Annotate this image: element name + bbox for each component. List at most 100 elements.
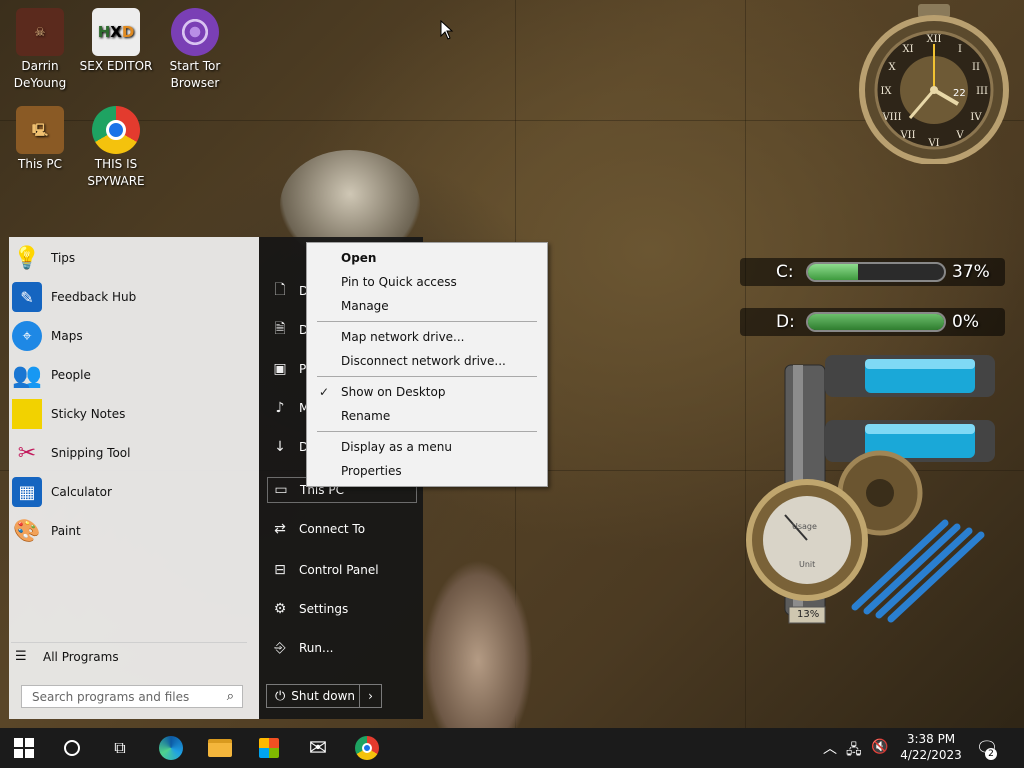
start-app-sticky-notes[interactable]: Sticky Notes [9, 396, 259, 432]
clock-gadget[interactable]: XII III VI IX I II IV V VII VIII X XI 22 [848, 2, 1020, 165]
app-label: Feedback Hub [51, 290, 137, 304]
start-place-control-panel[interactable]: ⊟ Control Panel [267, 557, 417, 583]
drive-c-meter [806, 262, 946, 282]
start-app-people[interactable]: 👥 People [9, 357, 259, 393]
ctx-map-network-drive[interactable]: Map network drive... [341, 330, 465, 344]
start-place-settings[interactable]: ⚙ Settings [267, 596, 417, 622]
svg-text:V: V [955, 130, 964, 141]
mail-icon: ✉ [308, 735, 328, 761]
app-label: Maps [51, 329, 83, 343]
chevron-up-icon[interactable]: ︿ [823, 738, 837, 758]
ctx-disconnect-network-drive[interactable]: Disconnect network drive... [341, 354, 506, 368]
ctx-separator [317, 321, 537, 322]
hxd-editor-icon: HXD [92, 8, 140, 56]
start-app-maps[interactable]: ⌖ Maps [9, 318, 259, 354]
feedback-icon: ✎ [12, 282, 42, 312]
taskbar-store[interactable] [245, 728, 293, 768]
svg-text:I: I [958, 44, 962, 55]
start-app-paint[interactable]: 🎨 Paint [9, 513, 259, 549]
chrome-icon [355, 736, 379, 760]
start-place-connect-to[interactable]: ⇄ Connect To [267, 516, 417, 542]
search-input[interactable]: Search programs and files [32, 690, 189, 704]
app-label: People [51, 368, 91, 382]
ctx-show-on-desktop[interactable]: Show on Desktop [341, 385, 445, 399]
svg-text:IV: IV [970, 112, 982, 123]
monitor-icon: ▭ [274, 482, 288, 498]
start-place-run[interactable]: ⎆ Run... [267, 635, 417, 661]
chrome-icon [92, 106, 140, 154]
svg-text:II: II [972, 62, 980, 73]
desktop-icon-sex-editor[interactable]: HXD SEX EDITOR [78, 8, 154, 75]
ctx-separator [317, 376, 537, 377]
start-app-feedback-hub[interactable]: ✎ Feedback Hub [9, 279, 259, 315]
shutdown-options-button[interactable]: › [359, 685, 381, 707]
start-app-calculator[interactable]: ▦ Calculator [9, 474, 259, 510]
computer-icon: 🖳 [16, 106, 64, 154]
svg-text:VIII: VIII [881, 112, 901, 123]
run-icon: ⎆ [274, 640, 286, 656]
taskbar-edge[interactable] [147, 728, 195, 768]
windows-logo-icon [14, 738, 34, 758]
desktop-icon-label: SEX EDITOR [79, 59, 153, 73]
desktop-icon-label: Darrin DeYoung [13, 59, 67, 90]
drive-d-letter: D: [776, 312, 795, 332]
start-search-box[interactable]: Search programs and files ⌕ [21, 685, 243, 708]
system-monitor-gadget [746, 355, 995, 624]
drive-c-letter: C: [776, 262, 794, 282]
place-label: Control Panel [299, 563, 379, 577]
app-label: Snipping Tool [51, 446, 131, 460]
scissors-icon: ✂ [17, 440, 37, 466]
shutdown-label: Shut down [291, 689, 356, 703]
desktop-icon-label: This PC [18, 157, 62, 171]
ctx-display-as-menu[interactable]: Display as a menu [341, 440, 452, 454]
pictures-icon: ▣ [273, 361, 287, 377]
svg-text:VI: VI [927, 138, 939, 149]
taskbar-date: 4/22/2023 [900, 748, 962, 762]
drive-d-fill [808, 314, 944, 330]
taskbar-mail[interactable]: ✉ [294, 728, 342, 768]
drive-d-meter [806, 312, 946, 332]
taskbar-chrome[interactable] [343, 728, 391, 768]
start-button[interactable] [0, 728, 48, 768]
map-pin-icon: ⌖ [12, 321, 42, 351]
clock-face-icon: XIIIII VIIX III IVV VIIVIII XXI [859, 4, 1009, 165]
ctx-pin-quick-access[interactable]: Pin to Quick access [341, 275, 457, 289]
svg-text:VII: VII [899, 130, 915, 141]
folder-icon [208, 739, 232, 757]
edge-icon [159, 736, 183, 760]
place-label: Settings [299, 602, 349, 616]
app-label: Paint [51, 524, 81, 538]
start-app-tips[interactable]: 💡 Tips [9, 240, 259, 276]
wallpaper-hand [423, 560, 533, 728]
start-app-snipping-tool[interactable]: ✂ Snipping Tool [9, 435, 259, 471]
network-icon[interactable]: 🖧 [846, 739, 862, 763]
ctx-open[interactable]: Open [341, 251, 376, 265]
mouse-cursor-icon [440, 20, 454, 40]
lightbulb-icon: 💡 [13, 245, 41, 271]
ctx-rename[interactable]: Rename [341, 409, 390, 423]
cortana-button[interactable] [48, 728, 96, 768]
shutdown-button[interactable]: ⏻ Shut down [267, 689, 359, 704]
desktop-icon-darrin-deyoung[interactable]: ☠ Darrin DeYoung [2, 8, 78, 92]
power-icon: ⏻ [275, 688, 286, 704]
desktop-icon-this-pc[interactable]: 🖳 This PC [2, 106, 78, 173]
volume-muted-icon[interactable]: 🔇 [871, 739, 888, 755]
desktop-icon-tor-browser[interactable]: Start Tor Browser [157, 8, 233, 92]
desktop-icon-chrome-spyware[interactable]: THIS IS SPYWARE [78, 106, 154, 190]
task-view-button[interactable]: ⧉ [96, 728, 144, 768]
app-label: Sticky Notes [51, 407, 126, 421]
desktop-icon-label: Start Tor Browser [169, 59, 221, 90]
ctx-properties[interactable]: Properties [341, 464, 402, 478]
clock-date: 22 [953, 88, 966, 99]
taskbar-file-explorer[interactable] [196, 728, 244, 768]
circle-icon [64, 740, 80, 756]
action-center-button[interactable]: 🗨 2 [965, 728, 1009, 768]
chevron-right-icon: › [368, 689, 373, 703]
svg-text:XI: XI [902, 44, 913, 55]
taskbar-clock[interactable]: 3:38 PM 4/22/2023 [892, 732, 970, 762]
taskbar: ⧉ ✉ ︿ 🖧 🔇 3:38 PM 4/22/2023 🗨 2 [0, 728, 1024, 768]
ctx-manage[interactable]: Manage [341, 299, 389, 313]
all-programs-button[interactable]: ☰ All Programs [9, 649, 119, 664]
svg-text:IX: IX [880, 86, 892, 97]
search-icon: ⌕ [226, 689, 234, 704]
